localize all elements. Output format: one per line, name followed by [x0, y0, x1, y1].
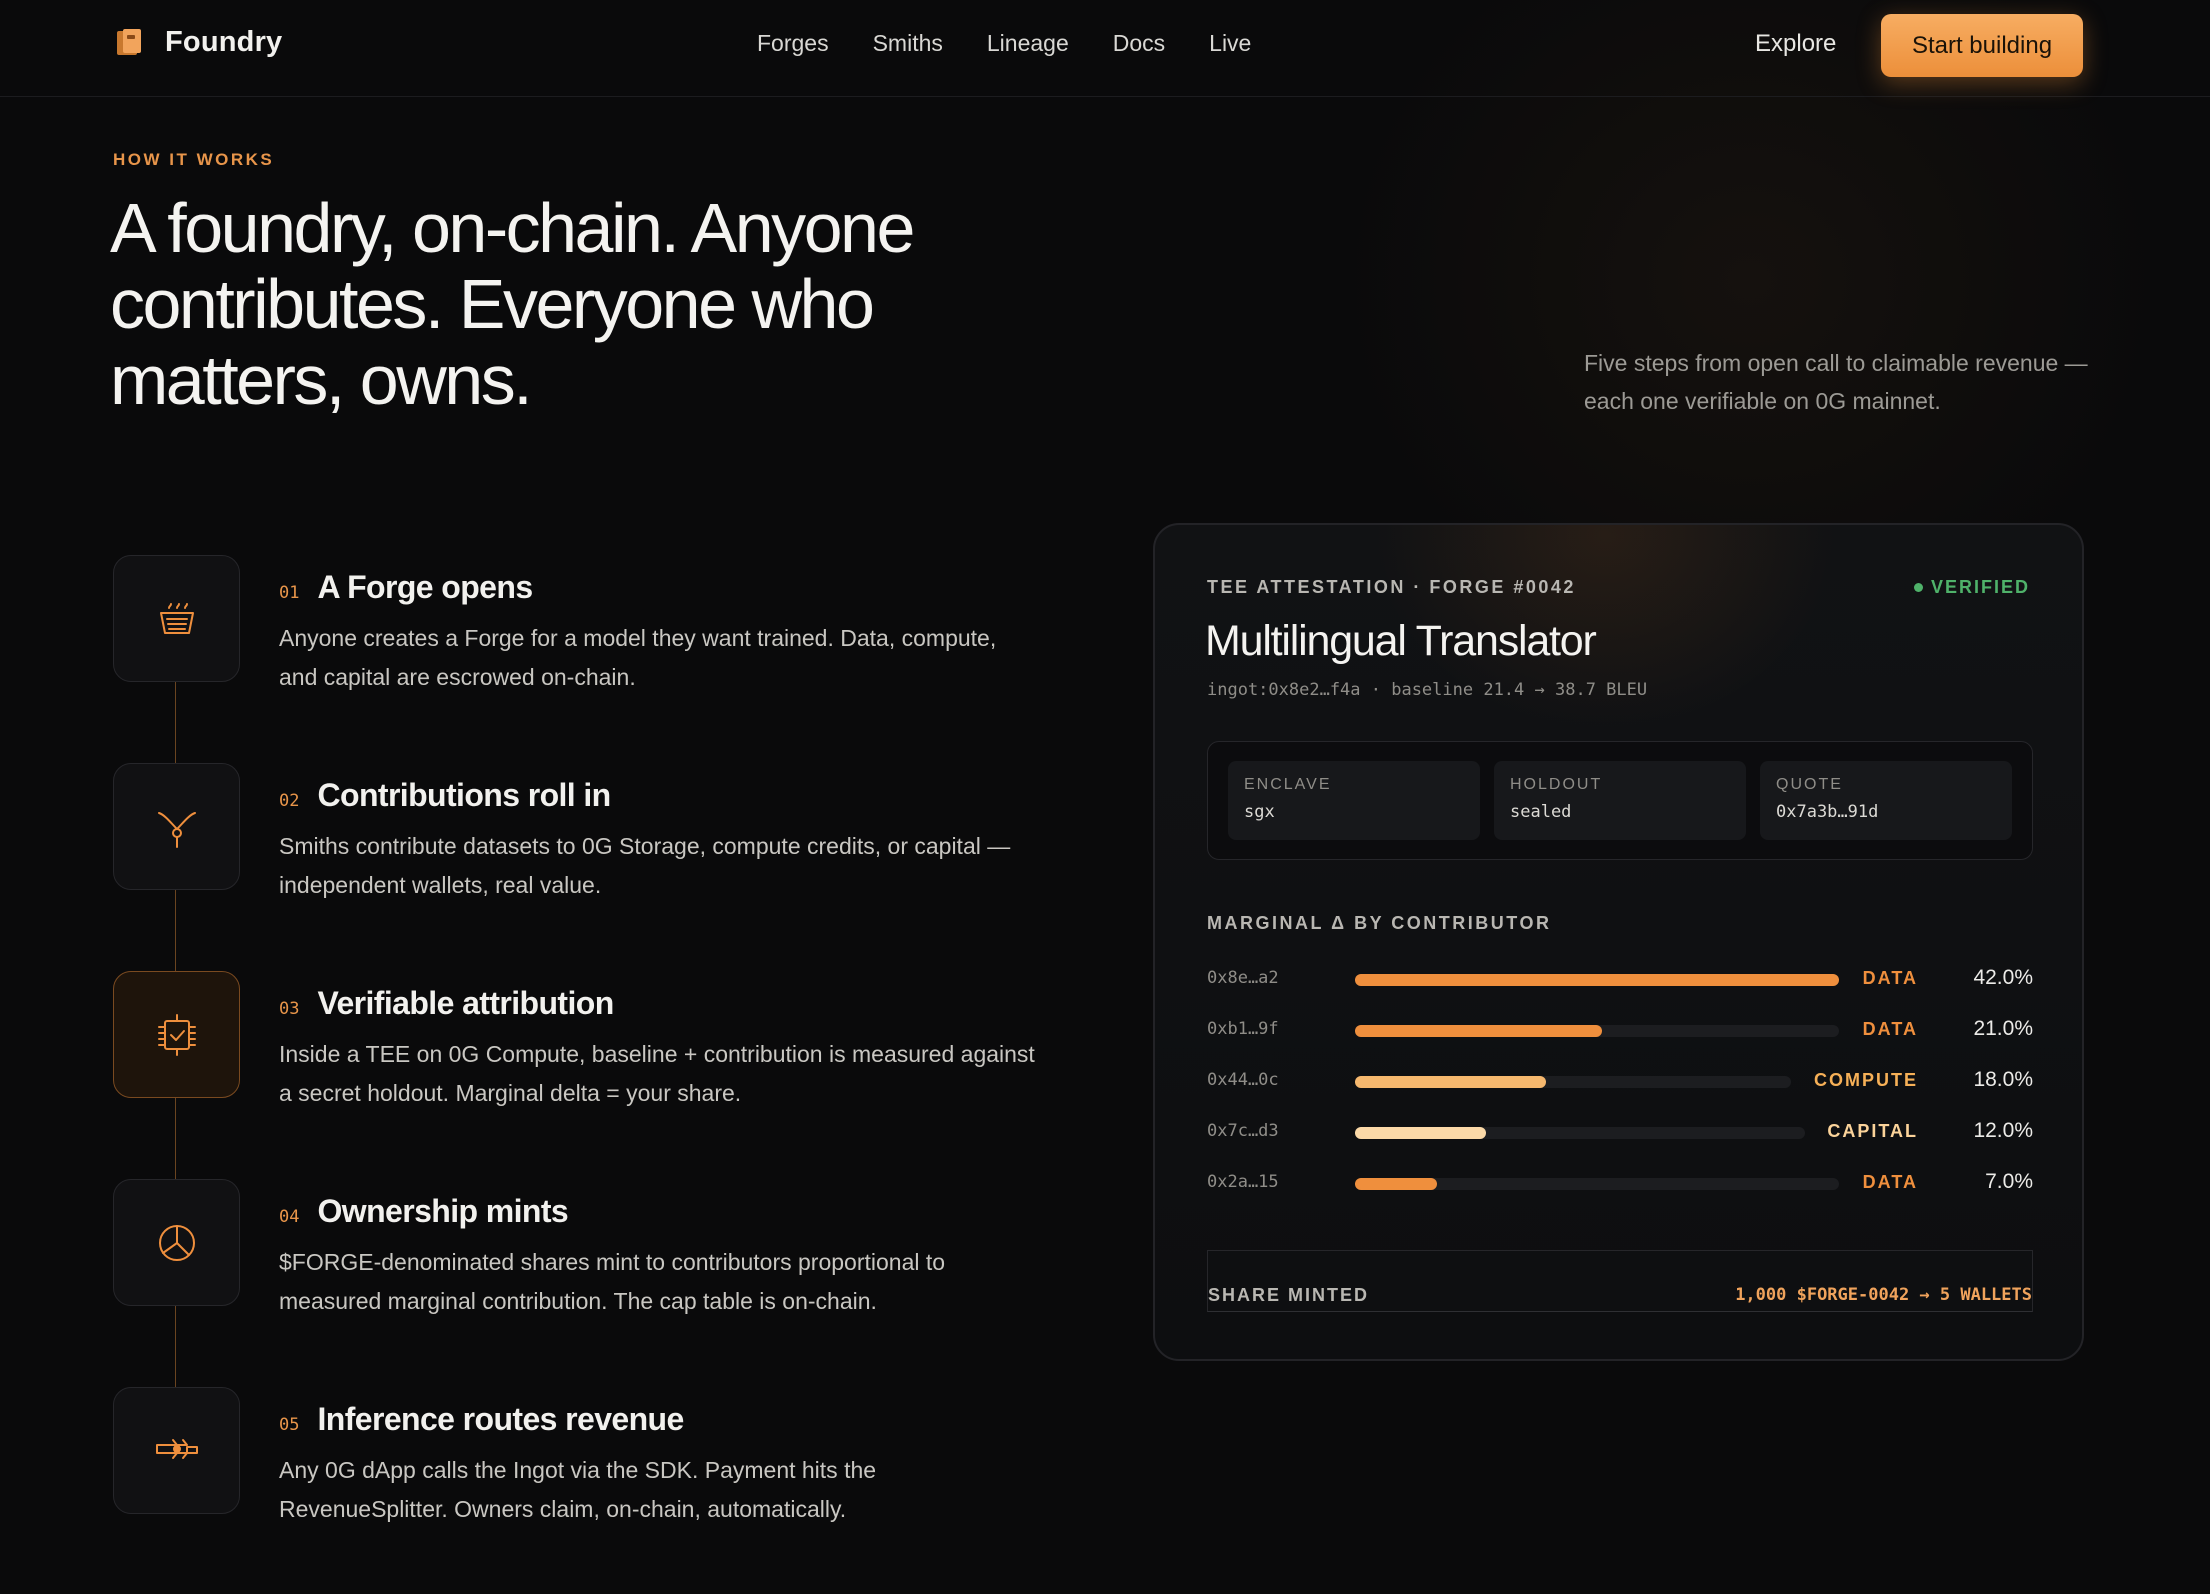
contributor-row: 0x8e…a2 DATA 42.0% [1207, 965, 2033, 995]
nav-link-forges[interactable]: Forges [757, 30, 829, 57]
contribution-bar-fill [1355, 1127, 1486, 1139]
contributor-row: 0x44…0c COMPUTE 18.0% [1207, 1067, 2033, 1097]
start-building-button[interactable]: Start building [1881, 14, 2083, 77]
quote-cell: QUOTE 0x7a3b…91d [1760, 761, 2012, 840]
attest-value: sgx [1244, 802, 1275, 822]
contributor-section-label: MARGINAL Δ BY CONTRIBUTOR [1207, 913, 1552, 933]
attest-value: 0x7a3b…91d [1776, 802, 1879, 822]
step-icon-box [113, 763, 240, 890]
enclave-cell: ENCLAVE sgx [1228, 761, 1480, 840]
contribution-percent: 42.0% [1973, 966, 2033, 989]
ingot-meta: ingot:0x8e2…f4a · baseline 21.4 → 38.7 B… [1207, 680, 1648, 700]
step-description: Anyone creates a Forge for a model they … [279, 625, 997, 690]
contribution-type: COMPUTE [1814, 1070, 1918, 1090]
verified-badge: VERIFIED [1913, 577, 2030, 598]
step-number: 01 [279, 583, 300, 603]
step-title: Ownership mints [317, 1193, 569, 1229]
page-headline: A foundry, on-chain. Anyone contributes.… [110, 189, 915, 419]
brand-name: Foundry [165, 26, 283, 58]
explore-link[interactable]: Explore [1755, 30, 1836, 58]
contributor-row: 0x2a…15 DATA 7.0% [1207, 1169, 2033, 1199]
nav-link-docs[interactable]: Docs [1113, 30, 1165, 57]
step-description: Any 0G dApp calls the Ingot via the SDK.… [279, 1457, 877, 1522]
contributor-address: 0x2a…15 [1207, 1172, 1279, 1192]
step-header: 02 Contributions roll in [279, 777, 611, 814]
attest-label: QUOTE [1776, 776, 1843, 793]
foundry-logo-icon [117, 28, 141, 55]
step-description: Smiths contribute datasets to 0G Storage… [279, 833, 1011, 898]
step-icon-box [113, 1179, 240, 1306]
contribution-percent: 7.0% [1985, 1170, 2033, 1193]
nav-links: Forges Smiths Lineage Docs Live [757, 30, 1251, 57]
chip-check-icon [157, 1013, 196, 1056]
status-dot-icon [1913, 583, 1923, 592]
step-number: 03 [279, 999, 300, 1019]
attest-label: ENCLAVE [1244, 776, 1332, 793]
contributor-address: 0xb1…9f [1207, 1019, 1279, 1039]
nav-link-smiths[interactable]: Smiths [873, 30, 943, 57]
contribution-bar-track [1355, 1127, 1805, 1139]
step-header: 04 Ownership mints [279, 1193, 569, 1230]
merge-icon [157, 811, 196, 848]
crucible-icon [159, 602, 194, 634]
step-description: Inside a TEE on 0G Compute, baseline + c… [279, 1041, 1035, 1106]
card-eyebrow: TEE ATTESTATION · FORGE #0042 [1207, 577, 1576, 597]
step-header: 05 Inference routes revenue [279, 1401, 684, 1438]
hero-subcopy: Five steps from open call to claimable r… [1584, 350, 2088, 414]
contribution-bar-track [1355, 1178, 1839, 1190]
route-icon [155, 1438, 198, 1459]
step-icon-box [113, 555, 240, 682]
step-number: 04 [279, 1207, 300, 1227]
contribution-type: DATA [1862, 968, 1918, 988]
contribution-percent: 18.0% [1973, 1068, 2033, 1091]
pie-icon [158, 1224, 195, 1261]
share-minted-value: 1,000 $FORGE-0042 → 5 WALLETS [1735, 1285, 2032, 1305]
nav-link-lineage[interactable]: Lineage [987, 30, 1069, 57]
contributor-address: 0x8e…a2 [1207, 968, 1279, 988]
step-title: Contributions roll in [317, 777, 611, 813]
step-icon-box [113, 1387, 240, 1514]
contribution-type: DATA [1862, 1019, 1918, 1039]
attest-label: HOLDOUT [1510, 776, 1603, 793]
attestation-details: ENCLAVE sgx HOLDOUT sealed QUOTE 0x7a3b…… [1207, 741, 2033, 860]
contribution-bar-fill [1355, 974, 1839, 986]
contributor-row: 0x7c…d3 CAPITAL 12.0% [1207, 1118, 2033, 1148]
contribution-bar-fill [1355, 1025, 1602, 1037]
contribution-bar-track [1355, 1076, 1791, 1088]
contribution-type: CAPITAL [1827, 1121, 1918, 1141]
card-title: Multilingual Translator [1205, 617, 1597, 665]
step-title: Inference routes revenue [317, 1401, 684, 1437]
contribution-bar-fill [1355, 1076, 1546, 1088]
attest-value: sealed [1510, 802, 1572, 822]
verified-label: VERIFIED [1930, 577, 2030, 597]
step-header: 01 A Forge opens [279, 569, 533, 606]
contribution-percent: 21.0% [1973, 1017, 2033, 1040]
nav-link-live[interactable]: Live [1209, 30, 1251, 57]
contribution-bar-track [1355, 1025, 1839, 1037]
contributor-address: 0x44…0c [1207, 1070, 1279, 1090]
contributor-row: 0xb1…9f DATA 21.0% [1207, 1016, 2033, 1046]
contribution-bar-fill [1355, 1178, 1437, 1190]
step-title: Verifiable attribution [317, 985, 614, 1021]
contribution-percent: 12.0% [1973, 1119, 2033, 1142]
step-number: 05 [279, 1415, 300, 1435]
step-description: $FORGE-denominated shares mint to contri… [279, 1249, 946, 1314]
brand[interactable]: Foundry [113, 26, 282, 59]
step-icon-box [113, 971, 240, 1098]
step-title: A Forge opens [317, 569, 533, 605]
share-minted-label: SHARE MINTED [1208, 1285, 1370, 1305]
section-eyebrow: HOW IT WORKS [113, 150, 275, 169]
step-header: 03 Verifiable attribution [279, 985, 614, 1022]
share-minted-box: SHARE MINTED 1,000 $FORGE-0042 → 5 WALLE… [1207, 1250, 2033, 1312]
holdout-cell: HOLDOUT sealed [1494, 761, 1746, 840]
contributor-address: 0x7c…d3 [1207, 1121, 1279, 1141]
contribution-bar-track [1355, 974, 1839, 986]
attestation-card: TEE ATTESTATION · FORGE #0042 VERIFIED M… [1153, 523, 2084, 1361]
contribution-type: DATA [1862, 1172, 1918, 1192]
top-nav: Foundry Forges Smiths Lineage Docs Live … [0, 0, 2210, 97]
step-number: 02 [279, 791, 300, 811]
